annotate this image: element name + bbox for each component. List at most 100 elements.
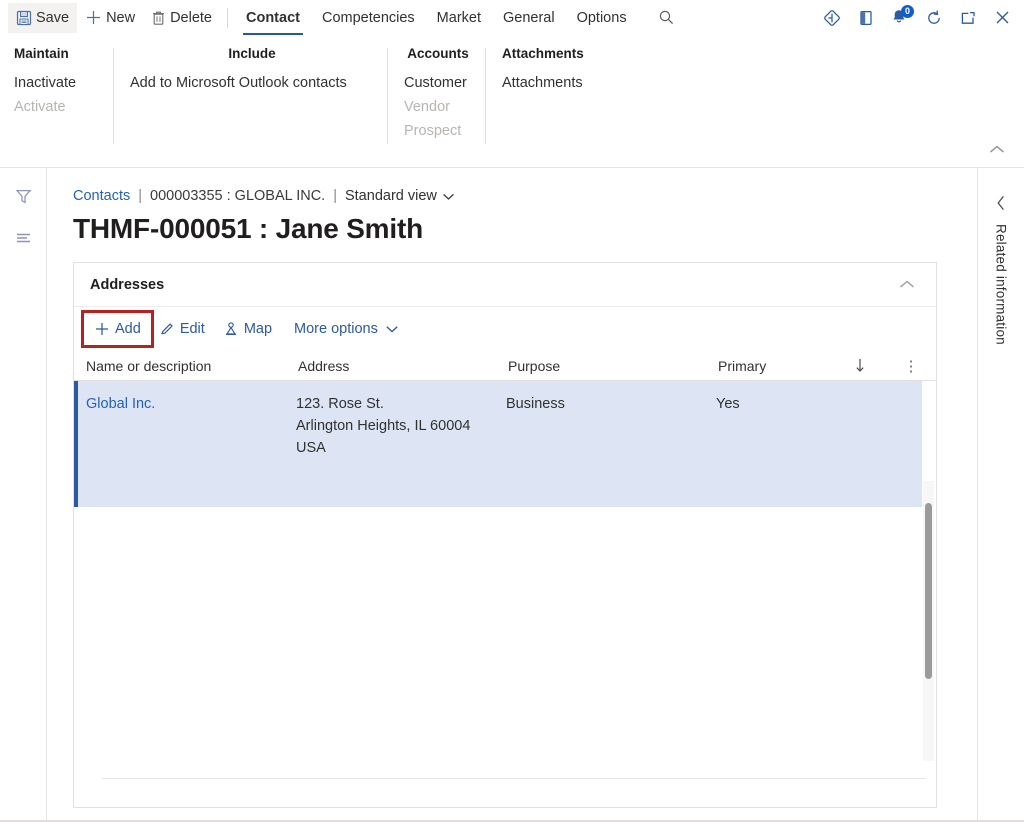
action-pane: Maintain Inactivate Activate Include Add…	[0, 35, 1024, 168]
search-button[interactable]	[650, 3, 684, 33]
pencil-icon	[159, 321, 175, 337]
add-button-label: Add	[115, 321, 141, 337]
map-pin-icon	[223, 321, 239, 337]
new-button[interactable]: New	[77, 3, 143, 33]
grid-vertical-scrollbar[interactable]	[923, 481, 934, 761]
action-group-attachments-title: Attachments	[502, 46, 584, 61]
related-information-expand-button[interactable]	[988, 190, 1014, 216]
column-header-primary[interactable]: Primary	[712, 358, 842, 374]
cell-address: 123. Rose St. Arlington Heights, IL 6000…	[288, 393, 498, 459]
addresses-card: Addresses Add Edit Map More options Name…	[73, 262, 937, 808]
action-group-maintain-title: Maintain	[14, 46, 69, 61]
tab-options[interactable]: Options	[566, 2, 638, 34]
activate-button: Activate	[14, 99, 66, 115]
workspace: Contacts | 000003355 : GLOBAL INC. | Sta…	[0, 168, 1024, 822]
breadcrumb: Contacts | 000003355 : GLOBAL INC. | Sta…	[47, 168, 977, 204]
chevron-up-icon	[898, 279, 916, 291]
new-button-label: New	[106, 9, 136, 26]
address-line-1: 123. Rose St.	[296, 396, 384, 412]
delete-button[interactable]: Delete	[143, 3, 220, 33]
breadcrumb-record: 000003355 : GLOBAL INC.	[150, 188, 326, 204]
save-floppy-icon	[16, 10, 32, 26]
attachments-button[interactable]: Attachments	[502, 71, 602, 95]
add-button[interactable]: Add	[81, 310, 154, 348]
breadcrumb-separator: |	[333, 188, 337, 204]
sort-descending-arrow-icon[interactable]	[842, 357, 878, 374]
action-group-accounts: Accounts Customer Vendor Prospect	[388, 46, 486, 146]
page-title: THMF-000051 : Jane Smith	[73, 213, 423, 244]
notification-count-badge: 0	[901, 4, 914, 18]
breadcrumb-root-link[interactable]: Contacts	[73, 188, 130, 204]
map-button[interactable]: Map	[215, 315, 280, 343]
action-pane-collapse-button[interactable]	[980, 137, 1014, 163]
trash-icon	[151, 10, 166, 26]
tab-contact[interactable]: Contact	[235, 2, 311, 36]
addresses-card-title: Addresses	[90, 276, 165, 293]
cell-name[interactable]: Global Inc.	[78, 393, 288, 415]
list-lines-icon[interactable]	[8, 224, 38, 252]
address-line-3: USA	[296, 440, 326, 456]
table-row[interactable]: Global Inc. 123. Rose St. Arlington Heig…	[74, 381, 922, 507]
top-right-icon-group: 0	[816, 3, 1024, 33]
address-line-2: Arlington Heights, IL 60004	[296, 418, 471, 434]
more-options-button[interactable]: More options	[282, 315, 407, 343]
tab-general[interactable]: General	[492, 2, 566, 34]
close-icon[interactable]	[986, 3, 1018, 33]
prospect-button: Prospect	[404, 123, 462, 139]
tab-contact-label: Contact	[246, 9, 300, 26]
view-selector[interactable]: Standard view	[345, 188, 455, 204]
action-group-accounts-title: Accounts	[407, 46, 469, 61]
related-information-label[interactable]: Related information	[994, 224, 1009, 345]
action-group-attachments: Attachments Attachments	[486, 46, 616, 146]
notifications-icon[interactable]: 0	[884, 3, 916, 33]
edit-button[interactable]: Edit	[151, 315, 213, 343]
addresses-grid-header: Name or description Address Purpose Prim…	[74, 351, 936, 381]
column-header-address[interactable]: Address	[292, 358, 502, 374]
save-button-label: Save	[36, 9, 70, 26]
addresses-grid-body: Global Inc. 123. Rose St. Arlington Heig…	[74, 381, 936, 802]
related-information-rail: Related information	[977, 168, 1024, 822]
addresses-grid-toolbar: Add Edit Map More options	[74, 307, 936, 351]
column-header-purpose[interactable]: Purpose	[502, 358, 712, 374]
cell-primary: Yes	[716, 396, 740, 412]
open-in-new-window-icon[interactable]	[952, 3, 984, 33]
map-button-label: Map	[243, 321, 273, 337]
tab-general-label: General	[503, 9, 555, 26]
plus-icon	[94, 321, 110, 337]
grid-footer-divider	[102, 778, 926, 779]
addresses-card-header[interactable]: Addresses	[74, 263, 936, 307]
action-pane-groups: Maintain Inactivate Activate Include Add…	[0, 35, 1024, 150]
left-rail	[0, 168, 47, 822]
chevron-down-icon	[442, 192, 455, 201]
action-group-include-title: Include	[228, 46, 276, 61]
top-command-bar: Save New Delete Contact Competencies Mar…	[0, 0, 1024, 36]
tab-competencies-label: Competencies	[321, 9, 415, 26]
addresses-grid: Name or description Address Purpose Prim…	[74, 351, 936, 803]
help-book-icon[interactable]	[850, 3, 882, 33]
filter-icon[interactable]	[8, 182, 38, 210]
column-header-name[interactable]: Name or description	[80, 358, 292, 374]
action-group-maintain: Maintain Inactivate Activate	[14, 46, 114, 146]
edit-button-label: Edit	[179, 321, 205, 337]
vendor-button: Vendor	[404, 99, 450, 115]
more-options-label: More options	[294, 321, 378, 337]
tab-competencies[interactable]: Competencies	[311, 2, 426, 34]
action-group-include: Include Add to Microsoft Outlook contact…	[114, 46, 388, 146]
inactivate-button[interactable]: Inactivate	[14, 71, 100, 95]
save-button[interactable]: Save	[8, 2, 78, 33]
tab-options-label: Options	[576, 9, 627, 26]
plus-icon	[85, 9, 102, 26]
refresh-icon[interactable]	[918, 3, 950, 33]
vertical-ellipsis-icon[interactable]: ⋮	[898, 357, 924, 375]
add-to-outlook-contacts-button[interactable]: Add to Microsoft Outlook contacts	[130, 71, 374, 95]
grid-scrollbar-thumb[interactable]	[925, 503, 932, 679]
diamond-icon[interactable]	[816, 3, 848, 33]
dynamics-contact-page: Save New Delete Contact Competencies Mar…	[0, 0, 1024, 822]
main-content: Contacts | 000003355 : GLOBAL INC. | Sta…	[47, 168, 977, 822]
chevron-down-icon	[385, 324, 399, 334]
search-icon	[658, 9, 675, 26]
tab-market[interactable]: Market	[426, 2, 492, 34]
breadcrumb-separator: |	[138, 188, 143, 204]
addresses-card-collapse-button[interactable]	[892, 270, 922, 300]
customer-button[interactable]: Customer	[404, 71, 472, 95]
